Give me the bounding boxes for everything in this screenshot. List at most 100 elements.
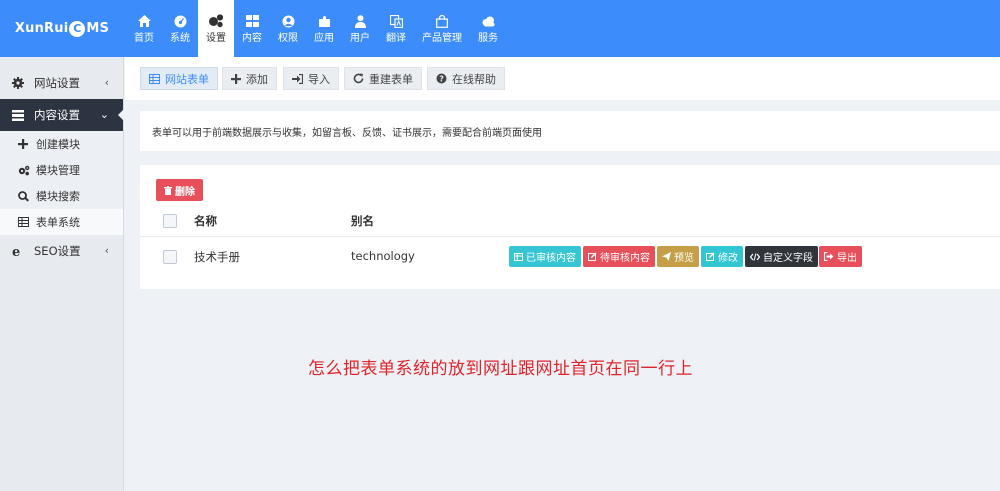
gear-icon bbox=[12, 77, 28, 89]
chevron-left-icon: ‹ bbox=[104, 244, 109, 257]
notice-box: 表单可以用于前端数据展示与收集，如留言板、反馈、证书展示，需要配合前端页面使用 bbox=[140, 111, 1000, 151]
nav-item-home[interactable]: 首页 bbox=[126, 0, 162, 57]
main-content: 网站表单 添加 导入 重建表单 ? 在线帮助 表单可以用于前端数据展示与收集，如… bbox=[125, 57, 1000, 491]
user-circle-icon bbox=[282, 12, 295, 30]
grid-icon bbox=[245, 12, 259, 30]
nav-item-settings[interactable]: 设置 bbox=[198, 0, 234, 57]
button-label: 待审核内容 bbox=[600, 253, 650, 264]
code-icon bbox=[750, 252, 760, 261]
translate-icon bbox=[389, 12, 403, 30]
table-row: 技术手册 technology 已审核内容 待审核内容 预览 修改 自定义字段 bbox=[140, 239, 1000, 275]
sidebar-item-label: 模块搜索 bbox=[36, 190, 80, 203]
add-button[interactable]: 添加 bbox=[222, 67, 277, 90]
nav-item-users[interactable]: 用户 bbox=[342, 0, 378, 57]
bag-icon bbox=[436, 12, 448, 30]
column-header-name: 名称 bbox=[194, 214, 217, 228]
custom-fields-button[interactable]: 自定义字段 bbox=[745, 246, 818, 267]
trash-icon bbox=[164, 185, 172, 195]
chevron-left-icon: ‹ bbox=[104, 76, 109, 89]
button-label: 修改 bbox=[718, 253, 738, 264]
logo[interactable]: XunRui C MS bbox=[0, 0, 124, 57]
import-button[interactable]: 导入 bbox=[283, 67, 339, 90]
pending-content-button[interactable]: 待审核内容 bbox=[583, 246, 655, 267]
button-label: 已审核内容 bbox=[526, 253, 576, 264]
puzzle-icon bbox=[318, 12, 331, 30]
nav-item-apps[interactable]: 应用 bbox=[306, 0, 342, 57]
cloud-icon bbox=[481, 12, 496, 30]
button-label: 预览 bbox=[674, 253, 694, 264]
export-button[interactable]: 导出 bbox=[819, 246, 862, 267]
button-label: 重建表单 bbox=[369, 72, 413, 86]
sign-in-icon bbox=[292, 73, 303, 84]
chevron-down-icon: ⌄ bbox=[99, 108, 109, 121]
button-label: 删除 bbox=[175, 186, 195, 198]
rebuild-form-button[interactable]: 重建表单 bbox=[344, 67, 422, 90]
edit-icon bbox=[588, 252, 597, 261]
nav-item-label: 应用 bbox=[314, 33, 334, 44]
nav-item-permissions[interactable]: 权限 bbox=[270, 0, 306, 57]
cell-name: 技术手册 bbox=[194, 250, 240, 264]
delete-button[interactable]: 删除 bbox=[156, 179, 203, 201]
svg-text:?: ? bbox=[439, 75, 444, 84]
notice-text: 表单可以用于前端数据展示与收集，如留言板、反馈、证书展示，需要配合前端页面使用 bbox=[152, 127, 542, 139]
nav-item-system[interactable]: 系统 bbox=[162, 0, 198, 57]
nav-item-label: 用户 bbox=[350, 33, 370, 44]
nav-item-label: 系统 bbox=[170, 33, 190, 44]
logo-text-left: XunRui bbox=[14, 21, 69, 36]
button-label: 导入 bbox=[308, 72, 330, 86]
approved-content-button[interactable]: 已审核内容 bbox=[509, 246, 581, 267]
sidebar-item-label: 模块管理 bbox=[36, 164, 80, 177]
logo-mark: C bbox=[69, 20, 86, 37]
sidebar-item-create-module[interactable]: 创建模块 bbox=[0, 131, 123, 157]
send-icon bbox=[662, 252, 671, 261]
nav-item-service[interactable]: 服务 bbox=[470, 0, 506, 57]
nav-item-content[interactable]: 内容 bbox=[234, 0, 270, 57]
sidebar-group-content-settings[interactable]: 内容设置 ⌄ bbox=[0, 99, 124, 131]
nav-item-label: 内容 bbox=[242, 33, 262, 44]
button-label: 导出 bbox=[837, 253, 857, 264]
sign-out-icon bbox=[824, 252, 834, 261]
sidebar-submenu: 创建模块 模块管理 模块搜索 表单系统 bbox=[0, 131, 123, 235]
sidebar-group-label: 网站设置 bbox=[34, 76, 80, 90]
top-navbar: XunRui C MS 首页 系统 设置 内容 权限 应用 用户 翻译 产品管理… bbox=[0, 0, 1000, 57]
edit-button[interactable]: 修改 bbox=[701, 246, 743, 267]
button-label: 自定义字段 bbox=[763, 253, 813, 264]
nav-item-translate[interactable]: 翻译 bbox=[378, 0, 414, 57]
select-all-checkbox[interactable] bbox=[163, 214, 177, 228]
row-checkbox[interactable] bbox=[163, 250, 177, 264]
sidebar-item-form-system[interactable]: 表单系统 bbox=[0, 209, 123, 235]
cell-alias: technology bbox=[351, 249, 415, 263]
nav-item-label: 首页 bbox=[134, 33, 154, 44]
main-nav: 首页 系统 设置 内容 权限 应用 用户 翻译 产品管理 服务 bbox=[126, 0, 506, 57]
home-icon bbox=[137, 12, 151, 30]
sidebar-group-site-settings[interactable]: 网站设置 ‹ bbox=[0, 67, 123, 99]
logo-text-right: MS bbox=[86, 21, 110, 36]
ie-icon: e bbox=[12, 245, 28, 257]
sidebar-item-module-management[interactable]: 模块管理 bbox=[0, 157, 123, 183]
toolbar: 网站表单 添加 导入 重建表单 ? 在线帮助 bbox=[125, 57, 1000, 100]
nav-item-label: 服务 bbox=[478, 33, 498, 44]
svg-text:e: e bbox=[12, 245, 20, 257]
nav-item-products[interactable]: 产品管理 bbox=[414, 0, 470, 57]
online-help-button[interactable]: ? 在线帮助 bbox=[427, 67, 505, 90]
sidebar: 网站设置 ‹ 内容设置 ⌄ 创建模块 模块管理 模块搜索 表单系统 e SEO设… bbox=[0, 57, 124, 491]
nav-item-label: 产品管理 bbox=[422, 33, 462, 44]
user-icon bbox=[354, 12, 366, 30]
sidebar-item-label: 表单系统 bbox=[36, 216, 80, 229]
tab-site-forms[interactable]: 网站表单 bbox=[140, 67, 218, 90]
sidebar-item-module-search[interactable]: 模块搜索 bbox=[0, 183, 123, 209]
sidebar-item-label: 创建模块 bbox=[36, 138, 80, 151]
refresh-icon bbox=[353, 73, 364, 84]
bars-icon bbox=[12, 109, 28, 121]
sidebar-group-seo-settings[interactable]: e SEO设置 ‹ bbox=[0, 235, 123, 267]
search-icon bbox=[18, 190, 32, 202]
sidebar-group-label: SEO设置 bbox=[34, 244, 81, 258]
dashboard-icon bbox=[174, 12, 187, 30]
table-header: 名称 别名 bbox=[140, 205, 1000, 237]
table-icon bbox=[18, 217, 32, 227]
question-circle-icon: ? bbox=[436, 73, 447, 84]
gears-icon bbox=[208, 12, 224, 30]
preview-button[interactable]: 预览 bbox=[657, 246, 699, 267]
column-header-alias: 别名 bbox=[351, 214, 374, 228]
